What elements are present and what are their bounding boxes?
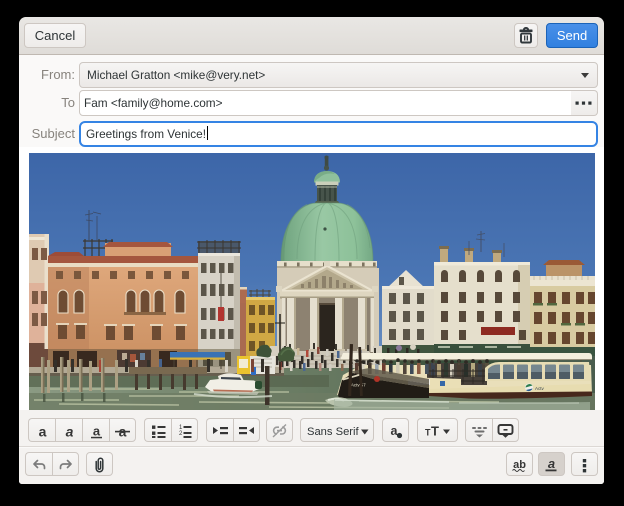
svg-text:a: a — [65, 424, 73, 440]
svg-text:Actv: Actv — [535, 386, 545, 391]
svg-text:a: a — [92, 424, 100, 439]
svg-text:2: 2 — [179, 431, 183, 437]
svg-text:Actv 57: Actv 57 — [351, 383, 366, 388]
svg-text:Sans Serif: Sans Serif — [307, 426, 360, 438]
svg-text:a: a — [38, 424, 46, 440]
svg-text:T: T — [431, 424, 439, 439]
svg-text:a: a — [548, 457, 555, 471]
